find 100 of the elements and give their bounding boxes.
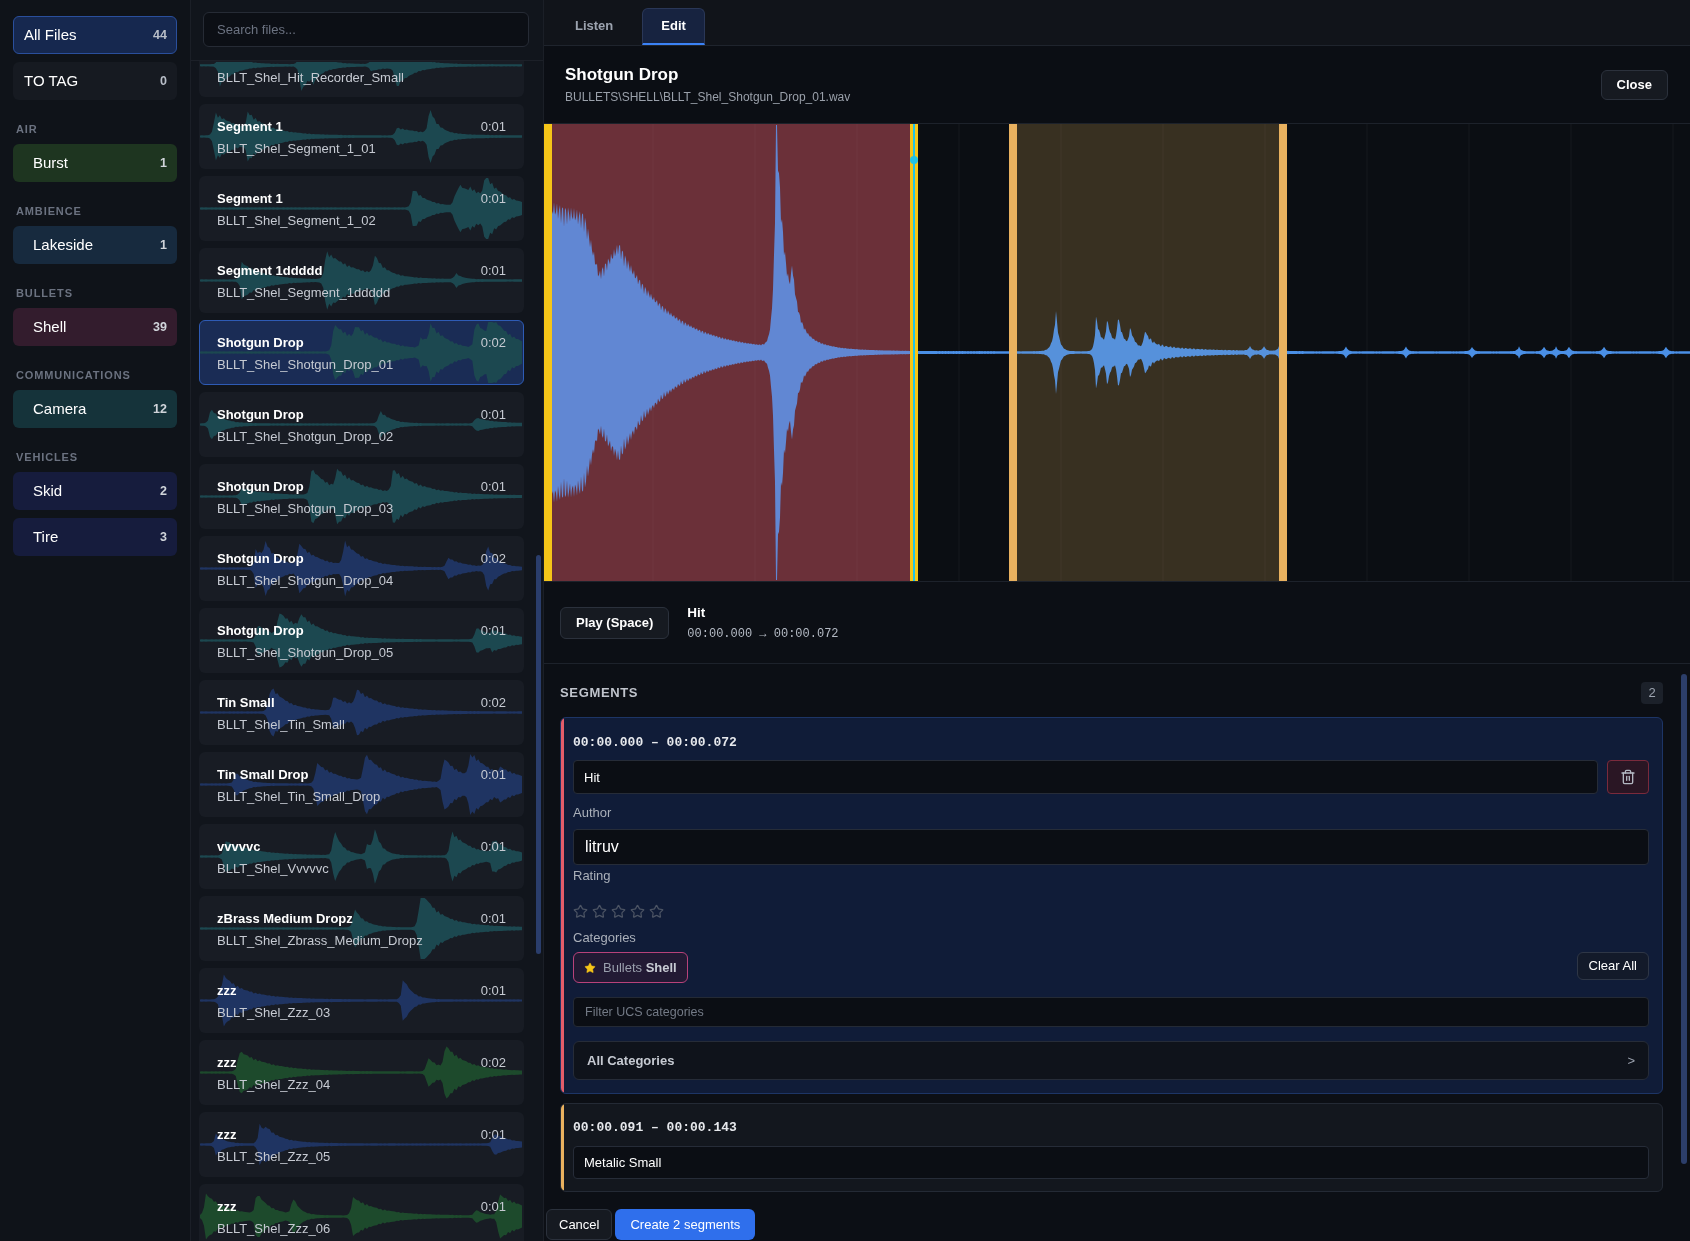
file-duration: 0:01 [480, 406, 506, 424]
file-card[interactable]: Shotgun Drop 0:01 BLLT_Shel_Shotgun_Drop_05 [199, 608, 524, 673]
file-title: Tin Small Drop [217, 766, 309, 784]
file-title: zzz [217, 982, 237, 1000]
sidebar-item[interactable]: Camera 12 [13, 390, 177, 428]
file-card[interactable]: Shotgun Drop 0:02 BLLT_Shel_Shotgun_Drop_04 [199, 536, 524, 601]
group-heading: COMMUNICATIONS [15, 368, 131, 382]
file-title: Segment 1ddddd [217, 262, 323, 280]
file-title: zBrass Medium Dropz [217, 910, 353, 928]
file-title: zzz [217, 1126, 237, 1144]
file-title: Shotgun Drop [217, 478, 304, 496]
file-card[interactable]: Segment 1 0:01 BLLT_Shel_Segment_1_01 [199, 104, 524, 169]
file-title: Shotgun Drop [217, 334, 304, 352]
file-duration: 0:02 [480, 550, 506, 568]
group-heading: VEHICLES [15, 450, 79, 464]
tab[interactable]: Listen [556, 8, 633, 45]
category-chip[interactable]: Bullets Shell [573, 952, 688, 983]
segment-name: Hit [687, 603, 706, 622]
file-duration: 0:02 [480, 1054, 506, 1072]
file-card[interactable]: zBrass Medium Dropz 0:01 BLLT_Shel_Zbrass_Medium_Dropz [199, 896, 524, 961]
sidebar-item[interactable]: Shell 39 [13, 308, 177, 346]
file-card[interactable]: Shotgun Drop 0:02 BLLT_Shel_Shotgun_Drop_01 [199, 320, 524, 385]
file-name: BLLT_Shel_Tin_Small_Drop [217, 788, 381, 806]
star-icon[interactable] [592, 903, 607, 919]
file-card[interactable]: zzz 0:01 BLLT_Shel_Zzz_06 [199, 1184, 524, 1241]
file-duration: 0:02 [480, 694, 506, 712]
file-duration: 0:01 [480, 118, 506, 136]
file-duration: 0:01 [480, 1198, 506, 1216]
filter-field[interactable]: Filter UCS categories [573, 997, 1649, 1027]
file-name: BLLT_Shel_Hit_Recorder_Small [217, 69, 404, 87]
star-rating[interactable] [573, 903, 664, 919]
section-heading: SEGMENTS [560, 684, 639, 703]
create-button[interactable]: Create 2 segments [615, 1209, 756, 1240]
delete-button[interactable] [1607, 760, 1649, 794]
star-icon[interactable] [573, 903, 588, 919]
file-card[interactable]: vvvvvc 0:01 BLLT_Shel_Vvvvvc [199, 824, 524, 889]
file-card[interactable]: Tin Small 0:02 BLLT_Shel_Tin_Small [199, 680, 524, 745]
item-count: 12 [153, 400, 167, 418]
file-card[interactable]: Tin Small Drop 0:01 BLLT_Shel_Tin_Small_Drop [199, 752, 524, 817]
tab[interactable]: Edit [642, 8, 705, 45]
segment-region[interactable] [544, 124, 918, 581]
scrollbar-thumb[interactable] [1681, 674, 1687, 1164]
file-name: BLLT_Shel_Vvvvvc [217, 860, 329, 878]
file-card[interactable]: BLLT_Shel_Hit_Recorder_Small [199, 61, 524, 97]
file-title: zzz [217, 1198, 237, 1216]
file-name: BLLT_Shel_Tin_Small [217, 716, 345, 734]
sidebar-item[interactable]: Tire 3 [13, 518, 177, 556]
file-title: Shotgun Drop [217, 550, 304, 568]
segment-time-range: 00:00.000 → 00:00.072 [687, 625, 839, 642]
sidebar-item[interactable]: TO TAG 0 [13, 62, 177, 100]
file-duration: 0:01 [480, 190, 506, 208]
file-duration: 0:01 [480, 478, 506, 496]
cancel-button[interactable]: Cancel [546, 1209, 613, 1240]
sidebar-item[interactable]: Lakeside 1 [13, 226, 177, 264]
scrollbar-thumb[interactable] [536, 555, 541, 954]
star-icon[interactable] [630, 903, 645, 919]
item-count: 1 [160, 154, 167, 172]
file-duration: 0:01 [480, 838, 506, 856]
name-field[interactable]: Metalic Small [573, 1146, 1649, 1179]
file-name: BLLT_Shel_Zzz_06 [217, 1220, 331, 1238]
file-title: Shotgun Drop [217, 622, 304, 640]
play-button[interactable]: Play (Space) [560, 606, 670, 639]
star-icon [584, 961, 596, 974]
file-name: BLLT_Shel_Segment_1ddddd [217, 284, 391, 302]
trash-icon [1620, 769, 1636, 785]
close-button[interactable]: Close [1600, 69, 1668, 100]
file-duration: 0:01 [480, 1126, 506, 1144]
file-card[interactable]: Segment 1 0:01 BLLT_Shel_Segment_1_02 [199, 176, 524, 241]
sidebar-item[interactable]: All Files 44 [13, 16, 177, 54]
file-duration: 0:01 [480, 910, 506, 928]
file-path: BULLETS\SHELL\BLLT_Shel_Shotgun_Drop_01.wav [565, 89, 851, 105]
file-card[interactable]: zzz 0:01 BLLT_Shel_Zzz_05 [199, 1112, 524, 1177]
segment-time-range: 00:00.091 – 00:00.143 [573, 1119, 737, 1137]
all-categories-button[interactable]: All Categories > [573, 1041, 1649, 1080]
file-card[interactable]: Shotgun Drop 0:01 BLLT_Shel_Shotgun_Drop_03 [199, 464, 524, 529]
file-title: vvvvvc [217, 838, 261, 856]
clear-all-button[interactable]: Clear All [1576, 952, 1649, 980]
file-duration: 0:01 [480, 262, 506, 280]
file-card[interactable]: Segment 1ddddd 0:01 BLLT_Shel_Segment_1ddddd [199, 248, 524, 313]
item-count: 44 [153, 26, 167, 44]
item-count: 39 [153, 318, 167, 336]
item-count: 3 [160, 528, 167, 546]
file-name: BLLT_Shel_Segment_1_01 [217, 140, 376, 158]
name-field[interactable]: Hit [573, 760, 1598, 794]
author-field[interactable]: litruv [573, 829, 1649, 865]
search-field[interactable]: Search files... [203, 12, 529, 47]
file-card[interactable]: zzz 0:01 BLLT_Shel_Zzz_03 [199, 968, 524, 1033]
editor-title: Shotgun Drop [565, 64, 679, 86]
file-duration: 0:02 [480, 334, 506, 352]
sidebar-item[interactable]: Skid 2 [13, 472, 177, 510]
star-icon[interactable] [611, 903, 626, 919]
sidebar-item[interactable]: Burst 1 [13, 144, 177, 182]
segment-region[interactable] [1009, 124, 1287, 581]
file-card[interactable]: Shotgun Drop 0:01 BLLT_Shel_Shotgun_Drop_02 [199, 392, 524, 457]
star-icon[interactable] [649, 903, 664, 919]
file-title: Segment 1 [217, 118, 283, 136]
file-card[interactable]: zzz 0:02 BLLT_Shel_Zzz_04 [199, 1040, 524, 1105]
file-duration: 0:01 [480, 622, 506, 640]
file-name: BLLT_Shel_Zzz_05 [217, 1148, 331, 1166]
field-label: Author [573, 804, 612, 822]
